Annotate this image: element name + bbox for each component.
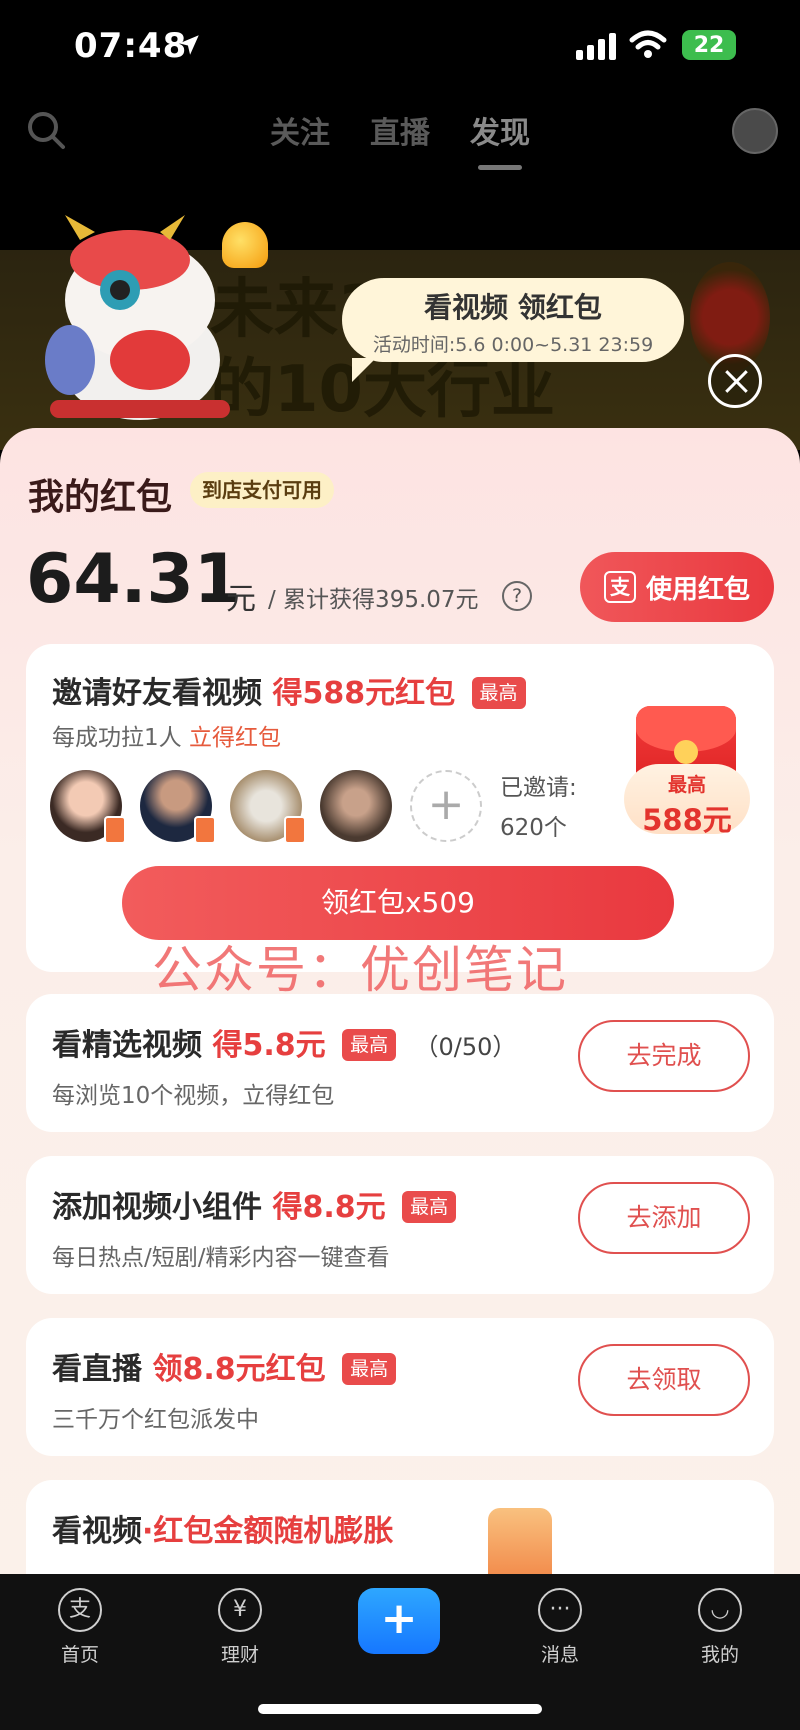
tab-label: 首页 <box>60 1644 99 1666</box>
tab-label: 消息 <box>540 1644 579 1666</box>
envelope-label: 最高 <box>667 774 706 796</box>
status-bar: 07:48 22 <box>0 0 800 90</box>
invite-subtitle-highlight: 立得红包 <box>188 725 281 751</box>
tab-label: 理财 <box>220 1644 259 1666</box>
tab-mine[interactable]: ◡ 我的 <box>670 1588 770 1667</box>
tab-live[interactable]: 直播 <box>370 108 430 152</box>
feed-tabs: 关注 直播 发现 <box>270 108 530 170</box>
red-envelope-icon: 最高 588元 <box>624 706 750 837</box>
task-title-text: 添加视频小组件 <box>52 1190 262 1225</box>
friend-avatar[interactable] <box>140 770 216 844</box>
add-friend-button[interactable]: + <box>410 770 482 842</box>
max-tag: 最高 <box>471 677 526 709</box>
task-card-add-widget: 添加视频小组件 得8.8元 最高 每日热点/短剧/精彩内容一键查看 去添加 <box>26 1156 774 1294</box>
go-complete-button[interactable]: 去完成 <box>578 1020 750 1092</box>
alipay-icon: 支 <box>603 571 636 603</box>
page-title: 我的红包 <box>28 477 173 518</box>
alipay-home-icon: 支 <box>58 1588 102 1632</box>
task-title: 看直播 领8.8元红包 最高 <box>52 1344 397 1388</box>
watermark: 公众号：优创笔记 <box>152 941 568 999</box>
task-reward: 领8.8元红包 <box>152 1352 326 1387</box>
go-claim-button[interactable]: 去领取 <box>578 1344 750 1416</box>
go-add-button[interactable]: 去添加 <box>578 1182 750 1254</box>
tab-discover[interactable]: 发现 <box>470 108 530 170</box>
invite-card: 邀请好友看视频 得588元红包 最高 每成功拉1人 立得红包 + 已邀请: 62… <box>26 644 774 972</box>
bubble-title: 看视频 领红包 <box>424 291 602 324</box>
task-title: 添加视频小组件 得8.8元 最高 <box>52 1182 457 1226</box>
yuan-icon: ¥ <box>218 1588 262 1632</box>
task-reward: 得5.8元 <box>212 1028 326 1063</box>
friend-avatar[interactable] <box>230 770 306 844</box>
task-title-text: 看精选视频 <box>52 1028 202 1063</box>
task-reward: 得8.8元 <box>272 1190 386 1225</box>
task-progress: （0/50） <box>414 1033 517 1061</box>
total-earned: / 累计获得395.07元 <box>268 587 479 613</box>
tab-finance[interactable]: ¥ 理财 <box>190 1588 290 1667</box>
home-indicator <box>258 1704 542 1714</box>
task-title: 看视频·红包金额随机膨胀 <box>52 1506 393 1550</box>
tab-home[interactable]: 支 首页 <box>30 1588 130 1667</box>
invite-subtitle: 每成功拉1人 立得红包 <box>52 718 281 752</box>
max-tag: 最高 <box>342 1353 397 1385</box>
envelope-amount: 588元 <box>642 803 732 837</box>
avatar[interactable] <box>732 108 778 154</box>
lantern-icon <box>222 222 268 268</box>
tab-follow[interactable]: 关注 <box>270 108 330 152</box>
invited-count: 已邀请: 620个 <box>500 768 577 848</box>
status-time: 07:48 <box>74 26 188 66</box>
battery-level: 22 <box>693 32 725 58</box>
task-title-text: 看直播 <box>52 1352 142 1387</box>
invite-title-highlight: 得588元红包 <box>272 676 456 711</box>
friend-avatar[interactable] <box>320 770 392 842</box>
boost-card-icon <box>488 1508 552 1574</box>
claim-red-packet-button[interactable]: 领红包x509 <box>122 866 674 940</box>
task-subtitle: 每浏览10个视频，立得红包 <box>52 1083 335 1109</box>
close-icon[interactable] <box>708 354 762 408</box>
max-tag: 最高 <box>402 1191 457 1223</box>
friend-avatar[interactable] <box>50 770 126 844</box>
use-red-packet-button[interactable]: 支 使用红包 <box>580 552 774 622</box>
invited-friends: + <box>50 770 482 844</box>
cellular-signal-icon <box>576 32 616 60</box>
invite-title: 邀请好友看视频 得588元红包 最高 <box>52 668 526 712</box>
chat-bubble-icon: ··· <box>538 1588 582 1632</box>
plus-button[interactable]: + <box>358 1588 440 1654</box>
task-card-watch-videos: 看精选视频 得5.8元 最高 （0/50） 每浏览10个视频，立得红包 去完成 <box>26 994 774 1132</box>
balance-amount: 64.31 <box>26 540 242 619</box>
invite-title-text: 邀请好友看视频 <box>52 676 262 711</box>
invite-subtitle-text: 每成功拉1人 <box>52 725 182 751</box>
banner-line-2: 的10大行业 <box>210 353 556 427</box>
red-packet-mini-icon <box>194 816 216 844</box>
pay-badge: 到店支付可用 <box>190 472 334 508</box>
help-icon[interactable]: ? <box>502 581 532 611</box>
task-title: 看精选视频 得5.8元 最高 （0/50） <box>52 1020 516 1064</box>
person-icon: ◡ <box>698 1588 742 1632</box>
max-tag: 最高 <box>342 1029 397 1061</box>
balance-unit: 元 <box>226 582 256 617</box>
red-packet-mini-icon <box>104 816 126 844</box>
search-icon[interactable] <box>26 110 66 150</box>
bubble-subtitle: 活动时间:5.6 0:00~5.31 23:59 <box>372 334 654 356</box>
task-card-random-boost[interactable]: 看视频·红包金额随机膨胀 <box>26 1480 774 1574</box>
tab-messages[interactable]: ··· 消息 <box>510 1588 610 1667</box>
battery-icon: 22 <box>682 30 736 60</box>
activity-bubble: 看视频 领红包 活动时间:5.6 0:00~5.31 23:59 <box>342 278 684 382</box>
task-subtitle: 每日热点/短剧/精彩内容一键查看 <box>52 1245 390 1271</box>
invited-value: 620个 <box>500 815 567 841</box>
location-arrow-icon <box>179 35 199 55</box>
wifi-icon <box>629 30 667 58</box>
task-subtitle: 三千万个红包派发中 <box>52 1407 259 1433</box>
red-packet-mini-icon <box>284 816 306 844</box>
task-card-watch-live: 看直播 领8.8元红包 最高 三千万个红包派发中 去领取 <box>26 1318 774 1456</box>
task-title-text: 看视频 <box>52 1514 142 1549</box>
top-nav: 关注 直播 发现 <box>0 96 800 176</box>
invited-label: 已邀请: <box>500 775 577 801</box>
use-button-label: 使用红包 <box>645 574 750 605</box>
tab-label: 我的 <box>700 1644 739 1666</box>
task-reward: ·红包金额随机膨胀 <box>142 1514 394 1549</box>
